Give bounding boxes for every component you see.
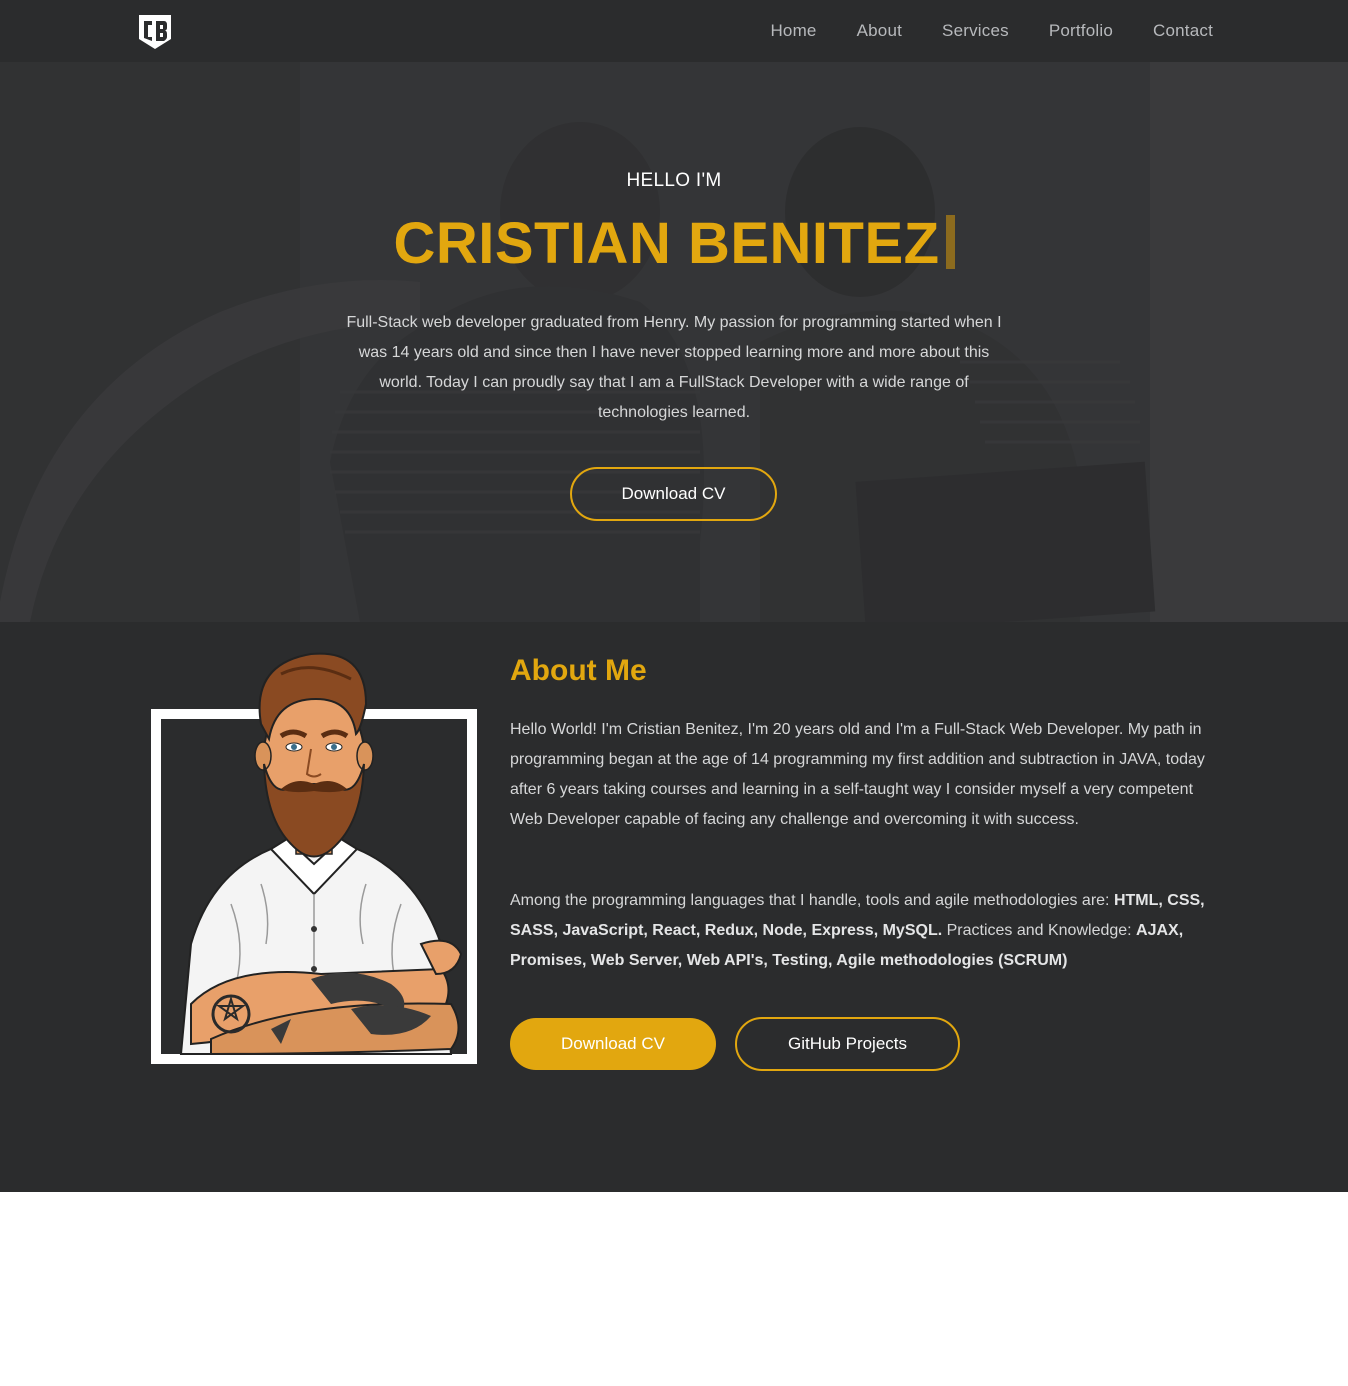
- about-paragraph-2: Among the programming languages that I h…: [510, 886, 1220, 976]
- hero-name: CRISTIAN BENITEZ: [0, 210, 1348, 277]
- typing-caret: [945, 215, 955, 269]
- nav-link-portfolio[interactable]: Portfolio: [1049, 21, 1113, 41]
- bearded-man-portrait-icon: [179, 652, 463, 1056]
- nav-link-home[interactable]: Home: [770, 21, 816, 41]
- navbar: Home About Services Portfolio Contact: [0, 0, 1348, 62]
- about-section: About Me Hello World! I'm Cristian Benit…: [0, 622, 1348, 1192]
- portrait-container: [151, 644, 477, 1064]
- nav-link-services[interactable]: Services: [942, 21, 1009, 41]
- hero-description: Full-Stack web developer graduated from …: [346, 314, 1002, 421]
- main-nav: Home About Services Portfolio Contact: [770, 0, 1213, 62]
- github-projects-button[interactable]: GitHub Projects: [735, 1017, 960, 1071]
- cb-shield-logo-icon[interactable]: [136, 13, 174, 51]
- about-paragraph-1: Hello World! I'm Cristian Benitez, I'm 2…: [510, 721, 1205, 828]
- hero-content: HELLO I'M CRISTIAN BENITEZ Full-Stack we…: [0, 62, 1348, 622]
- about-download-cv-button[interactable]: Download CV: [510, 1018, 716, 1070]
- hero-name-text: CRISTIAN BENITEZ: [393, 211, 940, 276]
- skills-intro: Among the programming languages that I h…: [510, 892, 1114, 909]
- skills-practices-intro: Practices and Knowledge:: [942, 922, 1137, 939]
- hero-download-cv-button[interactable]: Download CV: [570, 467, 777, 521]
- hero-section: HELLO I'M CRISTIAN BENITEZ Full-Stack we…: [0, 62, 1348, 622]
- nav-link-about[interactable]: About: [857, 21, 902, 41]
- hero-greeting: HELLO I'M: [626, 170, 722, 191]
- about-title: About Me: [510, 654, 647, 687]
- nav-link-contact[interactable]: Contact: [1153, 21, 1213, 41]
